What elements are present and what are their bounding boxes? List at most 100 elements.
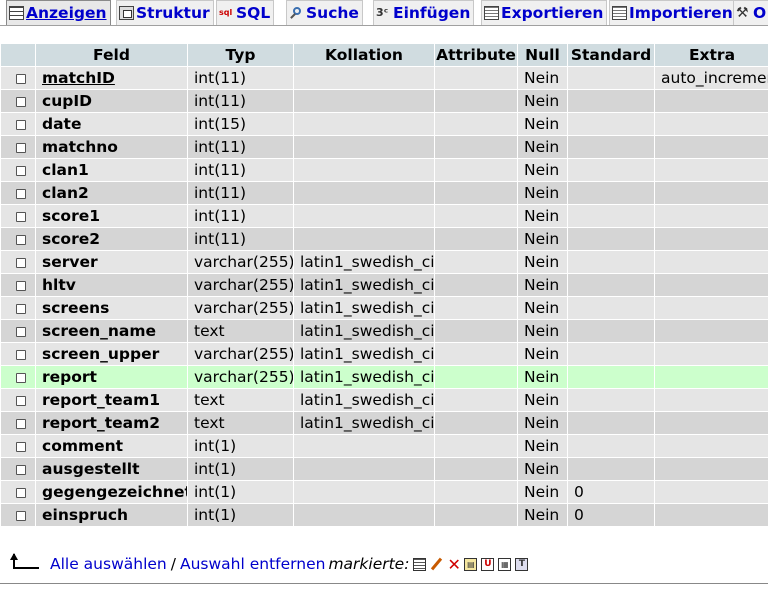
field-collation: latin1_swedish_ci — [294, 297, 434, 319]
search-icon — [289, 6, 304, 20]
row-checkbox[interactable] — [1, 251, 35, 273]
checkbox[interactable] — [16, 188, 26, 199]
checkbox[interactable] — [16, 142, 26, 153]
primary-key-icon[interactable]: ▤ — [464, 557, 478, 571]
table-row[interactable]: cupID int(11) Nein — [1, 90, 768, 112]
tab-einfuegen[interactable]: 3ᶜ Einfügen — [373, 0, 475, 25]
table-row[interactable]: server varchar(255) latin1_swedish_ci Nein — [1, 251, 768, 273]
header-standard[interactable]: Standard — [568, 44, 654, 66]
field-null: Nein — [518, 251, 567, 273]
checkbox[interactable] — [16, 96, 26, 107]
field-null: Nein — [518, 389, 567, 411]
checkbox[interactable] — [16, 165, 26, 176]
table-row[interactable]: clan1 int(11) Nein — [1, 159, 768, 181]
row-checkbox[interactable] — [1, 320, 35, 342]
checkbox[interactable] — [16, 441, 26, 452]
browse-icon[interactable] — [413, 557, 427, 571]
table-row[interactable]: hltv varchar(255) latin1_swedish_ci Nein — [1, 274, 768, 296]
field-null: Nein — [518, 228, 567, 250]
field-extra — [655, 90, 768, 112]
table-row[interactable]: clan2 int(11) Nein — [1, 182, 768, 204]
table-row[interactable]: screen_upper varchar(255) latin1_swedish_c… — [1, 343, 768, 365]
row-checkbox[interactable] — [1, 274, 35, 296]
checkbox[interactable] — [16, 510, 26, 521]
row-checkbox[interactable] — [1, 90, 35, 112]
tab-exportieren[interactable]: Exportieren — [481, 0, 608, 25]
row-checkbox[interactable] — [1, 136, 35, 158]
checkbox[interactable] — [16, 211, 26, 222]
field-type: int(11) — [188, 182, 293, 204]
row-checkbox[interactable] — [1, 297, 35, 319]
table-row[interactable]: comment int(1) Nein — [1, 435, 768, 457]
table-row[interactable]: report_team2 text latin1_swedish_ci Nein — [1, 412, 768, 434]
checkbox[interactable] — [16, 326, 26, 337]
row-checkbox[interactable] — [1, 182, 35, 204]
header-null[interactable]: Null — [518, 44, 567, 66]
row-checkbox[interactable] — [1, 435, 35, 457]
delete-icon[interactable]: ✕ — [447, 556, 460, 572]
field-name: matchno — [36, 136, 187, 158]
table-row[interactable]: screen_name text latin1_swedish_ci Nein — [1, 320, 768, 342]
tab-struktur[interactable]: Struktur — [116, 0, 214, 25]
table-row[interactable]: screens varchar(255) latin1_swedish_ci Nein — [1, 297, 768, 319]
table-row[interactable]: matchno int(11) Nein — [1, 136, 768, 158]
checkbox[interactable] — [16, 418, 26, 429]
field-null: Nein — [518, 159, 567, 181]
table-row[interactable]: report_team1 text latin1_swedish_ci Nein — [1, 389, 768, 411]
checkbox[interactable] — [16, 303, 26, 314]
checkbox[interactable] — [16, 464, 26, 475]
edit-icon[interactable] — [430, 558, 443, 571]
table-row[interactable]: matchIDint(11) Nein auto_increment — [1, 67, 768, 89]
select-all-link[interactable]: Alle auswählen — [50, 555, 167, 573]
row-checkbox[interactable] — [1, 481, 35, 503]
checkbox[interactable] — [16, 234, 26, 245]
checkbox[interactable] — [16, 280, 26, 291]
checkbox[interactable] — [16, 73, 26, 84]
checkbox[interactable] — [16, 487, 26, 498]
row-checkbox[interactable] — [1, 159, 35, 181]
header-kollation[interactable]: Kollation — [294, 44, 434, 66]
row-checkbox[interactable] — [1, 67, 35, 89]
table-row[interactable]: score1 int(11) Nein — [1, 205, 768, 227]
header-attribute[interactable]: Attribute — [435, 44, 517, 66]
checkbox[interactable] — [16, 257, 26, 268]
table-row[interactable]: date int(15) Nein — [1, 113, 768, 135]
table-row[interactable]: score2 int(11) Nein — [1, 228, 768, 250]
field-extra — [655, 251, 768, 273]
field-name: screen_name — [36, 320, 187, 342]
row-checkbox[interactable] — [1, 389, 35, 411]
header-typ[interactable]: Typ — [188, 44, 293, 66]
field-extra — [655, 113, 768, 135]
field-collation — [294, 228, 434, 250]
deselect-all-link[interactable]: Auswahl entfernen — [180, 555, 325, 573]
fulltext-icon[interactable]: T — [515, 557, 529, 571]
tab-sql[interactable]: sql SQL — [216, 0, 275, 25]
field-collation — [294, 205, 434, 227]
tab-anzeigen[interactable]: Anzeigen — [6, 0, 111, 25]
index-icon[interactable]: ▦ — [498, 557, 512, 571]
checkbox[interactable] — [16, 349, 26, 360]
checkbox[interactable] — [16, 119, 26, 130]
checkbox[interactable] — [16, 372, 26, 383]
checkbox[interactable] — [16, 395, 26, 406]
table-row[interactable]: einspruch int(1) Nein 0 — [1, 504, 768, 526]
row-checkbox[interactable] — [1, 412, 35, 434]
row-checkbox[interactable] — [1, 205, 35, 227]
tab-suche[interactable]: Suche — [286, 0, 363, 25]
header-feld[interactable]: Feld — [36, 44, 187, 66]
table-row[interactable]: report varchar(255) latin1_swedish_ci Nein — [1, 366, 768, 388]
row-checkbox[interactable] — [1, 458, 35, 480]
row-checkbox[interactable] — [1, 504, 35, 526]
unique-icon[interactable]: U — [481, 557, 495, 571]
table-row[interactable]: gegengezeichnet int(1) Nein 0 — [1, 481, 768, 503]
row-checkbox[interactable] — [1, 113, 35, 135]
table-row[interactable]: ausgestellt int(1) Nein — [1, 458, 768, 480]
field-collation — [294, 113, 434, 135]
header-extra[interactable]: Extra — [655, 44, 768, 66]
row-checkbox[interactable] — [1, 228, 35, 250]
row-checkbox[interactable] — [1, 343, 35, 365]
row-checkbox[interactable] — [1, 366, 35, 388]
field-type: int(11) — [188, 228, 293, 250]
tab-operationen[interactable]: ⚒ O — [733, 0, 768, 25]
tab-importieren[interactable]: Importieren — [609, 0, 737, 25]
